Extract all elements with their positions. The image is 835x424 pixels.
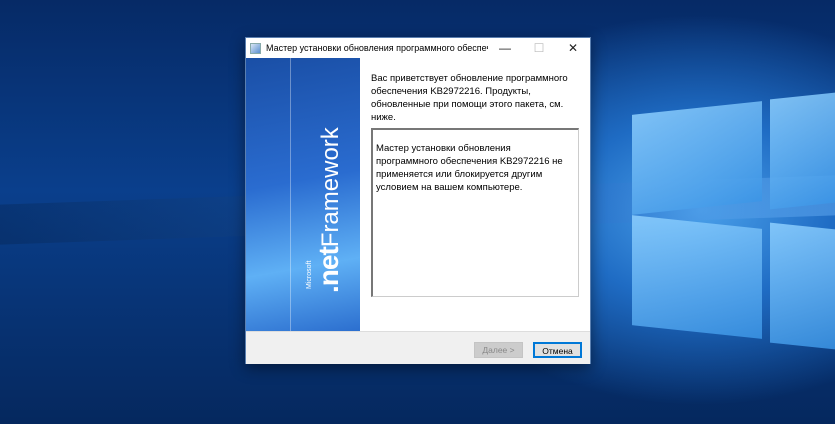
installer-icon [250,42,261,54]
wallpaper-pane [632,101,762,215]
minimize-button[interactable]: — [488,41,522,55]
wallpaper-pane [632,215,762,339]
window-title: Мастер установки обновления программного… [266,43,488,53]
banner-line [290,58,291,331]
button-bar: Далее > Отмена [246,331,590,364]
wallpaper-pane [770,92,835,210]
wallpaper-pane [770,222,835,350]
logo-net: .net [313,247,344,293]
cancel-button[interactable]: Отмена [533,342,582,358]
dotnet-logo: Microsoft .netFramework [306,127,345,293]
title-bar[interactable]: Мастер установки обновления программного… [246,38,590,58]
dotnet-banner: Microsoft .netFramework [246,58,360,331]
setup-wizard-dialog: Мастер установки обновления программного… [245,37,591,364]
next-button[interactable]: Далее > [474,342,523,358]
maximize-button[interactable]: ☐ [522,41,556,55]
logo-framework: Framework [317,127,344,248]
close-button[interactable]: ✕ [556,41,590,55]
logo-microsoft: Microsoft [306,260,313,289]
status-message-box[interactable]: Мастер установки обновления программного… [371,128,579,297]
welcome-text: Вас приветствует обновление программного… [371,73,568,123]
